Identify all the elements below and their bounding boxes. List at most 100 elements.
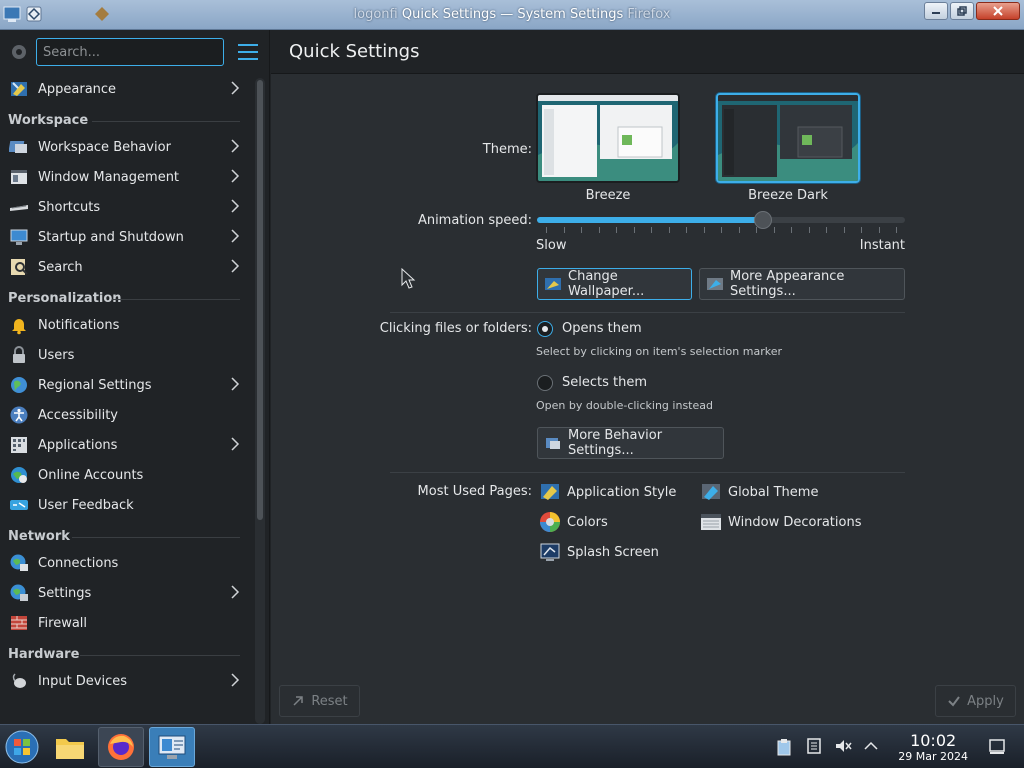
checkmark-icon xyxy=(948,696,960,707)
slider-tick xyxy=(721,227,722,233)
hamburger-menu-icon[interactable] xyxy=(238,44,258,60)
bell-icon xyxy=(8,314,30,336)
clock[interactable]: 10:02 29 Mar 2024 xyxy=(898,731,968,763)
most-used-splash-screen[interactable]: Splash Screen xyxy=(539,541,659,563)
sidebar-item-applications[interactable]: Applications xyxy=(0,430,250,460)
tray-volume[interactable] xyxy=(834,737,852,755)
chevron-right-icon xyxy=(230,139,240,157)
sidebar-item-notifications[interactable]: Notifications xyxy=(0,310,250,340)
button-label: Reset xyxy=(311,693,348,709)
most-used-application-style[interactable]: Application Style xyxy=(539,481,676,503)
system-settings-icon[interactable] xyxy=(10,43,28,61)
sidebar-item-startup-shutdown[interactable]: Startup and Shutdown xyxy=(0,222,250,252)
slider-tick xyxy=(774,227,775,233)
slider-tick xyxy=(616,227,617,233)
monitor-icon xyxy=(8,226,30,248)
theme-card-breeze[interactable] xyxy=(536,93,680,183)
sidebar-item-label: Search xyxy=(38,259,83,275)
most-used-global-theme[interactable]: Global Theme xyxy=(700,481,818,503)
sidebar-item-label: Firewall xyxy=(38,615,88,631)
sidebar-item-accessibility[interactable]: Accessibility xyxy=(0,400,250,430)
mouse-cursor xyxy=(401,267,417,294)
tray-clipboard[interactable] xyxy=(774,737,794,757)
clock-time: 10:02 xyxy=(910,731,957,750)
breeze-dark-theme-preview xyxy=(718,95,858,181)
scrollbar-thumb[interactable] xyxy=(257,80,263,520)
close-button[interactable] xyxy=(976,2,1020,20)
sidebar-item-appearance[interactable]: Appearance xyxy=(0,74,250,104)
minimize-button[interactable] xyxy=(924,2,948,20)
maximize-button[interactable] xyxy=(950,2,974,20)
sidebar-item-input-devices[interactable]: Input Devices xyxy=(0,666,250,696)
theme-caption-breeze: Breeze xyxy=(585,188,631,203)
window-titlebar[interactable]: logonfi Quick Settings — System Settings… xyxy=(0,0,1024,30)
sidebar-item-firewall[interactable]: Firewall xyxy=(0,608,250,638)
sidebar-item-online-accounts[interactable]: Online Accounts xyxy=(0,460,250,490)
link-label: Window Decorations xyxy=(728,514,862,530)
chevron-right-icon xyxy=(230,199,240,217)
reset-button[interactable]: Reset xyxy=(279,685,360,717)
slider-tick xyxy=(686,227,687,233)
theme-card-breeze-dark[interactable] xyxy=(716,93,860,183)
sidebar-item-connections[interactable]: Connections xyxy=(0,548,250,578)
tray-expand[interactable] xyxy=(862,737,880,755)
slider-tick xyxy=(861,227,862,233)
clicking-files-label: Clicking files or folders: xyxy=(379,321,532,336)
keyboard-icon xyxy=(8,196,30,218)
chevron-right-icon xyxy=(230,169,240,187)
more-appearance-settings-button[interactable]: More Appearance Settings... xyxy=(699,268,905,300)
animation-speed-label: Animation speed: xyxy=(417,213,532,228)
most-used-colors[interactable]: Colors xyxy=(539,511,608,533)
change-wallpaper-button[interactable]: Change Wallpaper... xyxy=(537,268,692,300)
search-input[interactable] xyxy=(36,38,224,66)
button-label: Apply xyxy=(967,693,1004,709)
sidebar-item-label: Accessibility xyxy=(38,407,118,423)
online-accounts-icon xyxy=(8,464,30,486)
taskbar-file-manager[interactable] xyxy=(47,727,93,767)
theme-label: Theme: xyxy=(482,142,532,157)
show-desktop-button[interactable] xyxy=(988,737,1006,755)
sidebar-item-search[interactable]: Search xyxy=(0,252,250,282)
applications-grid-icon xyxy=(8,434,30,456)
sidebar-item-label: Workspace Behavior xyxy=(38,139,171,155)
sidebar-item-label: Startup and Shutdown xyxy=(38,229,184,245)
sidebar-item-network-settings[interactable]: Settings xyxy=(0,578,250,608)
radio-selects-them[interactable] xyxy=(537,375,553,391)
taskbar-firefox[interactable] xyxy=(98,727,144,767)
slider-tick xyxy=(564,227,565,233)
animation-speed-slider[interactable] xyxy=(537,208,905,234)
slider-tick xyxy=(739,227,740,233)
start-button[interactable] xyxy=(4,729,40,765)
sidebar-item-workspace-behavior[interactable]: Workspace Behavior xyxy=(0,132,250,162)
most-used-window-decorations[interactable]: Window Decorations xyxy=(700,511,862,533)
slider-tick xyxy=(599,227,600,233)
sidebar-item-user-feedback[interactable]: User Feedback xyxy=(0,490,250,520)
link-label: Application Style xyxy=(567,484,677,500)
opens-them-label[interactable]: Opens them xyxy=(562,321,642,336)
radio-opens-them[interactable] xyxy=(537,321,553,337)
clock-date: 29 Mar 2024 xyxy=(898,750,968,763)
appearance-icon xyxy=(8,78,30,100)
more-behavior-settings-button[interactable]: More Behavior Settings... xyxy=(537,427,724,459)
window-management-icon xyxy=(8,166,30,188)
sidebar-scrollbar[interactable] xyxy=(255,78,265,724)
button-label: Change Wallpaper... xyxy=(568,269,645,299)
window-decorations-icon xyxy=(700,511,722,533)
sidebar-item-label: Appearance xyxy=(38,81,117,97)
volume-muted-icon xyxy=(836,740,852,752)
slider-fill xyxy=(537,217,763,223)
sidebar-item-regional-settings[interactable]: Regional Settings xyxy=(0,370,250,400)
selects-them-label[interactable]: Selects them xyxy=(562,375,647,390)
category-list: Appearance Workspace Workspace Behavior … xyxy=(0,74,250,696)
window-title: logonfi Quick Settings — System Settings… xyxy=(353,7,671,22)
sidebar-item-shortcuts[interactable]: Shortcuts xyxy=(0,192,250,222)
sidebar-item-label: Input Devices xyxy=(38,673,128,689)
folder-icon xyxy=(56,739,84,759)
apply-button[interactable]: Apply xyxy=(935,685,1016,717)
slider-tick xyxy=(809,227,810,233)
sidebar-item-users[interactable]: Users xyxy=(0,340,250,370)
taskbar-system-settings[interactable] xyxy=(149,727,195,767)
network-settings-icon xyxy=(8,582,30,604)
sidebar-item-window-management[interactable]: Window Management xyxy=(0,162,250,192)
tray-notes[interactable] xyxy=(805,737,823,755)
